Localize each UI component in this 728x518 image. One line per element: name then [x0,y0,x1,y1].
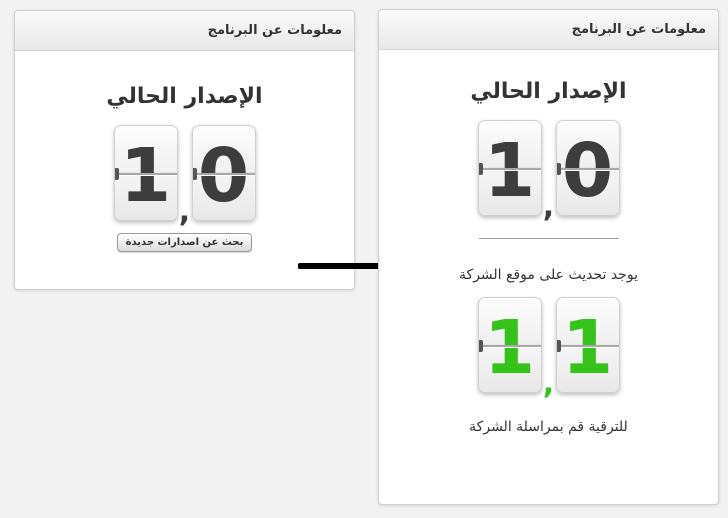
version-minor-digit: 0 [191,125,256,221]
new-version-major-digit: 1 [477,297,542,393]
upgrade-instructions: للترقية قم بمراسلة الشركة [469,419,628,435]
panel-header: معلومات عن البرنامج [379,10,718,50]
update-available-message: يوجد تحديث على موقع الشركة [459,267,638,283]
new-version-display: 1 , 1 [379,297,718,399]
panel-header-title: معلومات عن البرنامج [207,23,342,38]
current-version-display: 1 , 0 [379,120,718,222]
version-major-digit: 1 [113,125,178,221]
check-updates-button[interactable]: بحث عن اصدارات جديدة [116,233,253,252]
panel-body: الإصدار الحالي 1 , 0 بحث عن اصدارات جديد… [15,51,354,252]
current-version-title: الإصدار الحالي [106,84,263,109]
panel-header: معلومات عن البرنامج [15,11,354,51]
version-minor-digit: 0 [555,120,620,216]
current-version-title: الإصدار الحالي [470,79,627,104]
version-major-digit: 1 [477,120,542,216]
panel-body: الإصدار الحالي 1 , 0 يوجد تحديث على موقع… [379,50,718,435]
new-version-minor-digit: 1 [555,297,620,393]
about-panel-after: معلومات عن البرنامج الإصدار الحالي 1 , 0… [378,9,719,505]
panel-header-title: معلومات عن البرنامج [571,22,706,37]
new-version-separator: , [542,366,555,401]
stage: معلومات عن البرنامج الإصدار الحالي 1 , 0… [0,0,728,518]
version-separator: , [178,194,191,229]
current-version-display: 1 , 0 [15,125,354,227]
version-separator: , [542,189,555,224]
